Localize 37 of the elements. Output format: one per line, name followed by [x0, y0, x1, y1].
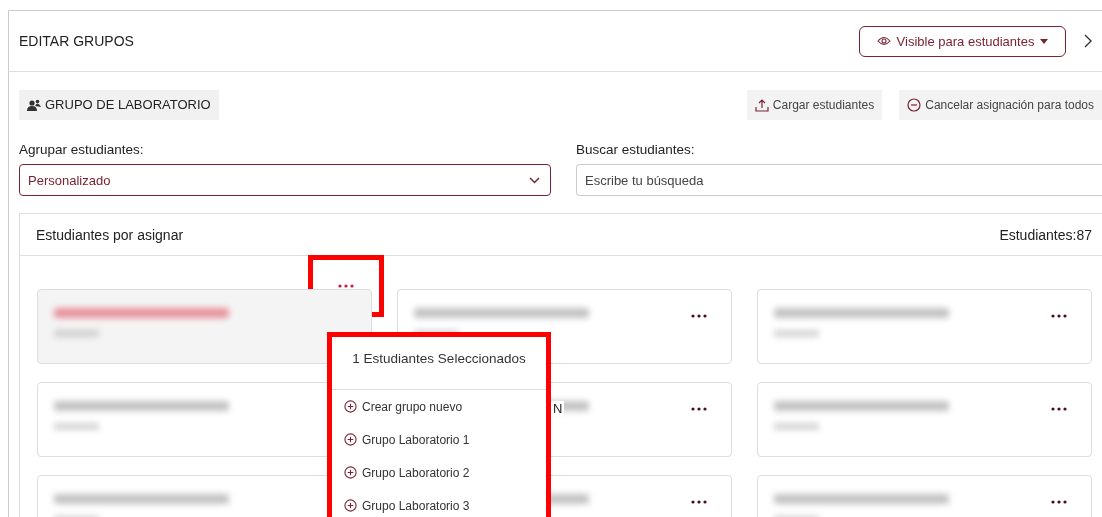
name-fragment: N [551, 401, 565, 416]
more-options-button[interactable] [1049, 498, 1069, 506]
more-options-button[interactable] [689, 405, 709, 413]
group-select[interactable]: Personalizado [19, 164, 551, 196]
eye-icon [876, 36, 891, 46]
more-options-button[interactable] [1049, 312, 1069, 320]
plus-circle-icon [344, 433, 357, 446]
panel-title: Estudiantes por asignar [36, 226, 185, 243]
blurred-text [774, 423, 819, 430]
more-options-button[interactable] [689, 312, 709, 320]
plus-circle-icon [344, 400, 357, 413]
student-count: Estudiantes:87 [999, 226, 1092, 243]
plus-circle-icon [344, 499, 357, 512]
plus-circle-icon [344, 466, 357, 479]
field-label: Buscar estudiantes: [576, 142, 695, 157]
menu-item[interactable]: Grupo Laboratorio 2 [332, 456, 546, 489]
upload-icon [754, 97, 769, 112]
more-options-button[interactable] [1049, 405, 1069, 413]
close-icon[interactable] [1084, 34, 1092, 48]
menu-title: 1 Estudiantes Seleccionados [332, 337, 546, 390]
upload-button[interactable]: Cargar estudiantes [746, 89, 883, 120]
menu-item[interactable]: Crear grupo nuevo [332, 390, 546, 423]
caret-icon [1040, 38, 1049, 44]
menu-item[interactable]: Grupo Laboratorio 1 [332, 423, 546, 456]
blurred-text [774, 330, 819, 337]
group-chip: GRUPO DE LABORATORIO [19, 89, 219, 120]
more-options-button[interactable] [689, 498, 709, 506]
minus-circle-icon [907, 97, 922, 112]
visibility-dropdown[interactable]: Visible para estudiantes [859, 25, 1066, 57]
people-icon [27, 98, 41, 111]
search-field[interactable]: Escribe tu búsqueda [576, 164, 1102, 196]
blurred-text [54, 423, 99, 430]
dialog-title: EDITAR GRUPOS [19, 33, 135, 49]
field-label: Agrupar estudiantes: [19, 142, 144, 157]
cancel-button[interactable]: Cancelar asignación para todos [899, 89, 1102, 120]
chevron-down-icon [529, 176, 540, 184]
menu-item[interactable]: Grupo Laboratorio 3 [332, 489, 546, 517]
